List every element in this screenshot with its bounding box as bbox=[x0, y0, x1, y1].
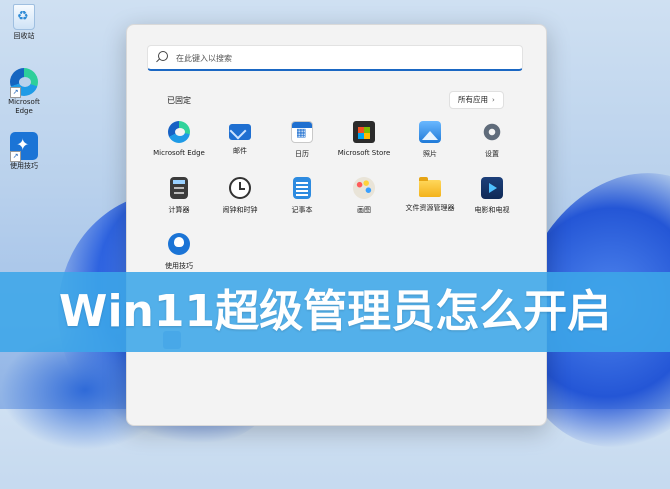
app-label: 计算器 bbox=[168, 206, 190, 214]
desktop-icon-label: 使用技巧 bbox=[10, 162, 38, 170]
calculator-icon bbox=[170, 177, 188, 199]
search-icon bbox=[158, 51, 168, 61]
notepad-icon bbox=[293, 177, 311, 199]
movie-icon bbox=[481, 177, 503, 199]
all-apps-button[interactable]: 所有应用 › bbox=[449, 91, 504, 109]
pinned-app-edge[interactable]: Microsoft Edge bbox=[147, 121, 211, 157]
app-label: 使用技巧 bbox=[165, 262, 193, 270]
pinned-app-settings[interactable]: 设置 bbox=[460, 120, 524, 159]
app-label: 电影和电视 bbox=[474, 206, 510, 214]
pinned-app-tips[interactable]: 使用技巧 bbox=[147, 233, 211, 271]
pinned-app-calculator[interactable]: 计算器 bbox=[147, 177, 211, 215]
store-icon bbox=[353, 121, 375, 143]
edge-icon: ↗ bbox=[10, 68, 38, 98]
pinned-app-file-explorer[interactable]: 文件资源管理器 bbox=[398, 177, 462, 213]
pinned-app-movies[interactable]: 电影和电视 bbox=[460, 177, 524, 215]
app-label: 文件资源管理器 bbox=[405, 204, 455, 212]
pinned-app-clock[interactable]: 闹钟和时钟 bbox=[208, 177, 272, 215]
pinned-app-notepad[interactable]: 记事本 bbox=[270, 177, 334, 215]
desktop-icon-edge[interactable]: ↗ Microsoft Edge bbox=[4, 68, 44, 116]
desktop-icon-label: Microsoft Edge bbox=[8, 98, 40, 115]
mail-icon bbox=[229, 124, 251, 140]
photos-icon bbox=[419, 121, 441, 143]
calendar-icon bbox=[291, 121, 313, 143]
all-apps-label: 所有应用 bbox=[458, 95, 488, 104]
tips-icon: ↗ bbox=[10, 132, 38, 162]
pinned-app-calendar[interactable]: 日历 bbox=[270, 121, 334, 159]
app-label: Microsoft Store bbox=[337, 149, 391, 157]
title-banner: Win11超级管理员怎么开启 bbox=[0, 272, 670, 352]
edge-icon bbox=[168, 121, 190, 143]
search-box[interactable] bbox=[147, 45, 523, 71]
app-label: 邮件 bbox=[233, 147, 247, 155]
banner-title: Win11超级管理员怎么开启 bbox=[58, 286, 612, 337]
desktop-icon-label: 回收站 bbox=[13, 32, 35, 40]
recycle-bin-icon bbox=[13, 4, 35, 30]
shortcut-arrow-icon: ↗ bbox=[10, 151, 21, 162]
tips-icon bbox=[168, 233, 190, 255]
desktop-icon-tips[interactable]: ↗ 使用技巧 bbox=[4, 132, 44, 171]
pinned-app-store[interactable]: Microsoft Store bbox=[332, 121, 396, 157]
chevron-right-icon: › bbox=[492, 96, 495, 104]
pinned-app-mail[interactable]: 邮件 bbox=[208, 121, 272, 156]
start-menu: 已固定 所有应用 › Microsoft Edge 邮件 日历 Microsoft… bbox=[126, 24, 547, 426]
app-label: 闹钟和时钟 bbox=[222, 206, 258, 214]
app-label: 照片 bbox=[423, 150, 437, 158]
clock-icon bbox=[229, 177, 251, 199]
desktop-icon-recycle-bin[interactable]: 回收站 bbox=[4, 4, 44, 41]
shortcut-arrow-icon: ↗ bbox=[10, 87, 21, 98]
search-input[interactable] bbox=[174, 49, 508, 68]
paint-icon bbox=[353, 177, 375, 199]
app-label: 日历 bbox=[295, 150, 309, 158]
app-label: Microsoft Edge bbox=[153, 149, 205, 157]
gear-icon bbox=[481, 120, 503, 143]
app-label: 记事本 bbox=[291, 206, 313, 214]
pinned-section-title: 已固定 bbox=[167, 96, 191, 105]
pinned-app-paint[interactable]: 画图 bbox=[332, 177, 396, 215]
app-label: 设置 bbox=[485, 150, 499, 158]
pinned-app-photos[interactable]: 照片 bbox=[398, 121, 462, 159]
app-label: 画图 bbox=[357, 206, 371, 214]
folder-icon bbox=[419, 177, 441, 197]
